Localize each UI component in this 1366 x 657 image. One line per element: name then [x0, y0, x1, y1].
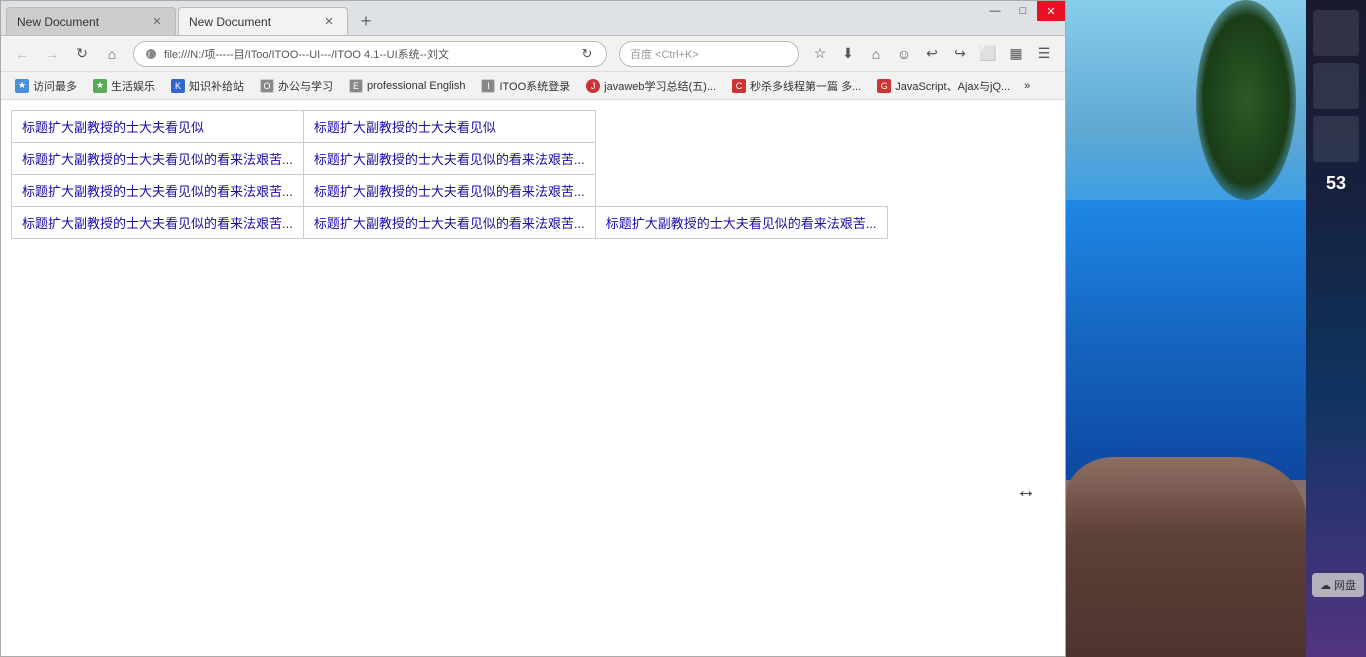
sidebar-tile-2	[1313, 63, 1359, 109]
rock-decoration	[1066, 457, 1306, 657]
water-decoration	[1066, 200, 1306, 480]
tab-1-close[interactable]: ✕	[149, 14, 165, 30]
sidebar-number: 53	[1326, 173, 1346, 194]
browser-window: New Document ✕ New Document ✕ + — □ ✕ ← …	[0, 0, 1066, 657]
table-cell: 标题扩大副教授的士大夫看见似	[12, 111, 304, 143]
table-cell: 标题扩大副教授的士大夫看见似的看来法艰苦...	[12, 175, 304, 207]
search-bar[interactable]: 百度 <Ctrl+K>	[619, 41, 799, 67]
sidebar-tile-1	[1313, 10, 1359, 56]
bookmark-thread-label: 秒杀多线程第一篇 多...	[750, 78, 861, 94]
address-text: file:///N:/项-----目/IToo/ITOO---UI---/ITO…	[164, 46, 578, 62]
bookmark-itoo[interactable]: I ITOO系统登录	[475, 76, 576, 96]
cloud-drive-button[interactable]: ☁ 网盘	[1312, 573, 1364, 597]
back-button[interactable]: ←	[9, 41, 35, 67]
menu-icon[interactable]: ☰	[1031, 41, 1057, 67]
new-tab-button[interactable]: +	[352, 7, 380, 35]
bookmark-office-icon: O	[260, 79, 274, 93]
nav-icon-group: ☆ ⬇ ⌂ ☺ ↩ ↪ ⬜ ▦ ☰	[807, 41, 1057, 67]
tab-2-title: New Document	[189, 15, 315, 29]
bookmark-office[interactable]: O 办公与学习	[254, 76, 339, 96]
redo-icon[interactable]: ↪	[947, 41, 973, 67]
svg-text:f: f	[148, 52, 150, 59]
bookmark-thread-icon: C	[732, 79, 746, 93]
table-cell: 标题扩大副教授的士大夫看见似的看来法艰苦...	[12, 143, 304, 175]
resize-cursor-icon: ↔	[1016, 480, 1036, 503]
bookmark-js-icon: G	[877, 79, 891, 93]
address-bar[interactable]: f file:///N:/项-----目/IToo/ITOO---UI---/I…	[133, 41, 607, 67]
home-button[interactable]: ⌂	[99, 41, 125, 67]
table-row: 标题扩大副教授的士大夫看见似的看来法艰苦...标题扩大副教授的士大夫看见似的看来…	[12, 143, 888, 175]
bookmarks-more-button[interactable]: »	[1020, 78, 1034, 94]
close-button[interactable]: ✕	[1037, 1, 1065, 21]
tab-1[interactable]: New Document ✕	[6, 7, 176, 35]
table-cell: 标题扩大副教授的士大夫看见似的看来法艰苦...	[12, 207, 304, 239]
star-icon[interactable]: ☆	[807, 41, 833, 67]
bookmark-entertainment[interactable]: ★ 生活娱乐	[87, 76, 161, 96]
table-row: 标题扩大副教授的士大夫看见似标题扩大副教授的士大夫看见似	[12, 111, 888, 143]
tab-2[interactable]: New Document ✕	[178, 7, 348, 35]
table-cell: 标题扩大副教授的士大夫看见似的看来法艰苦...	[303, 143, 595, 175]
maximize-button[interactable]: □	[1009, 1, 1037, 21]
bookmark-js-label: JavaScript、Ajax与jQ...	[895, 78, 1010, 94]
table-cell: 标题扩大副教授的士大夫看见似	[303, 111, 595, 143]
bookmark-knowledge[interactable]: K 知识补给站	[165, 76, 250, 96]
bookmark-visits-icon: ★	[15, 79, 29, 93]
undo-icon[interactable]: ↩	[919, 41, 945, 67]
search-placeholder: 百度 <Ctrl+K>	[630, 46, 699, 62]
bookmark-visits[interactable]: ★ 访问最多	[9, 76, 83, 96]
nav-bar: ← → ↻ ⌂ f file:///N:/项-----目/IToo/ITOO--…	[1, 36, 1065, 72]
bookmark-english-label: professional English	[367, 80, 465, 92]
right-panel: 53 ☁ 网盘	[1066, 0, 1366, 657]
smiley-icon[interactable]: ☺	[891, 41, 917, 67]
bookmark-knowledge-icon: K	[171, 79, 185, 93]
home-icon2[interactable]: ⌂	[863, 41, 889, 67]
bookmark-itoo-icon: I	[481, 79, 495, 93]
sidebar-tile-3	[1313, 116, 1359, 162]
bookmark-english-icon: E	[349, 79, 363, 93]
background-image	[1066, 0, 1306, 657]
table-row: 标题扩大副教授的士大夫看见似的看来法艰苦...标题扩大副教授的士大夫看见似的看来…	[12, 175, 888, 207]
bookmark-js[interactable]: G JavaScript、Ajax与jQ...	[871, 76, 1016, 96]
bookmark-javaweb-icon: J	[586, 79, 600, 93]
tabs-bar: New Document ✕ New Document ✕ +	[1, 0, 380, 35]
data-table: 标题扩大副教授的士大夫看见似标题扩大副教授的士大夫看见似标题扩大副教授的士大夫看…	[11, 110, 888, 239]
table-row: 标题扩大副教授的士大夫看见似的看来法艰苦...标题扩大副教授的士大夫看见似的看来…	[12, 207, 888, 239]
tab-2-close[interactable]: ✕	[321, 14, 337, 30]
tab-1-title: New Document	[17, 15, 143, 29]
bookmarks-bar: ★ 访问最多 ★ 生活娱乐 K 知识补给站 O 办公与学习 E professi…	[1, 72, 1065, 100]
bookmark-entertainment-icon: ★	[93, 79, 107, 93]
bookmark-entertainment-label: 生活娱乐	[111, 78, 155, 94]
window-controls: — □ ✕	[981, 1, 1065, 21]
address-favicon: f	[144, 47, 158, 61]
bookmark-visits-label: 访问最多	[33, 78, 77, 94]
table-cell: 标题扩大副教授的士大夫看见似的看来法艰苦...	[303, 175, 595, 207]
reload-button[interactable]: ↻	[69, 41, 95, 67]
table-cell: 标题扩大副教授的士大夫看见似的看来法艰苦...	[595, 207, 887, 239]
bookmark-javaweb[interactable]: J javaweb学习总结(五)...	[580, 76, 722, 96]
cloud-icon: ☁	[1320, 579, 1331, 592]
tree-decoration	[1196, 0, 1296, 200]
table-cell: 标题扩大副教授的士大夫看见似的看来法艰苦...	[303, 207, 595, 239]
bookmark-knowledge-label: 知识补给站	[189, 78, 244, 94]
cloud-label: 网盘	[1334, 577, 1356, 593]
page-content: 标题扩大副教授的士大夫看见似标题扩大副教授的士大夫看见似标题扩大副教授的士大夫看…	[1, 100, 1065, 656]
table-cell	[595, 175, 887, 207]
bookmark-english[interactable]: E professional English	[343, 77, 471, 95]
right-sidebar: 53 ☁ 网盘	[1306, 0, 1366, 657]
bookmark-javaweb-label: javaweb学习总结(五)...	[604, 78, 716, 94]
screenshot-icon[interactable]: ⬜	[975, 41, 1001, 67]
translate-icon[interactable]: ▦	[1003, 41, 1029, 67]
title-bar: New Document ✕ New Document ✕ + — □ ✕	[1, 1, 1065, 36]
bookmark-itoo-label: ITOO系统登录	[499, 78, 570, 94]
download-icon[interactable]: ⬇	[835, 41, 861, 67]
forward-button[interactable]: →	[39, 41, 65, 67]
bookmark-thread[interactable]: C 秒杀多线程第一篇 多...	[726, 76, 867, 96]
address-refresh-icon[interactable]: ↻	[578, 45, 596, 63]
bookmark-office-label: 办公与学习	[278, 78, 333, 94]
minimize-button[interactable]: —	[981, 1, 1009, 21]
